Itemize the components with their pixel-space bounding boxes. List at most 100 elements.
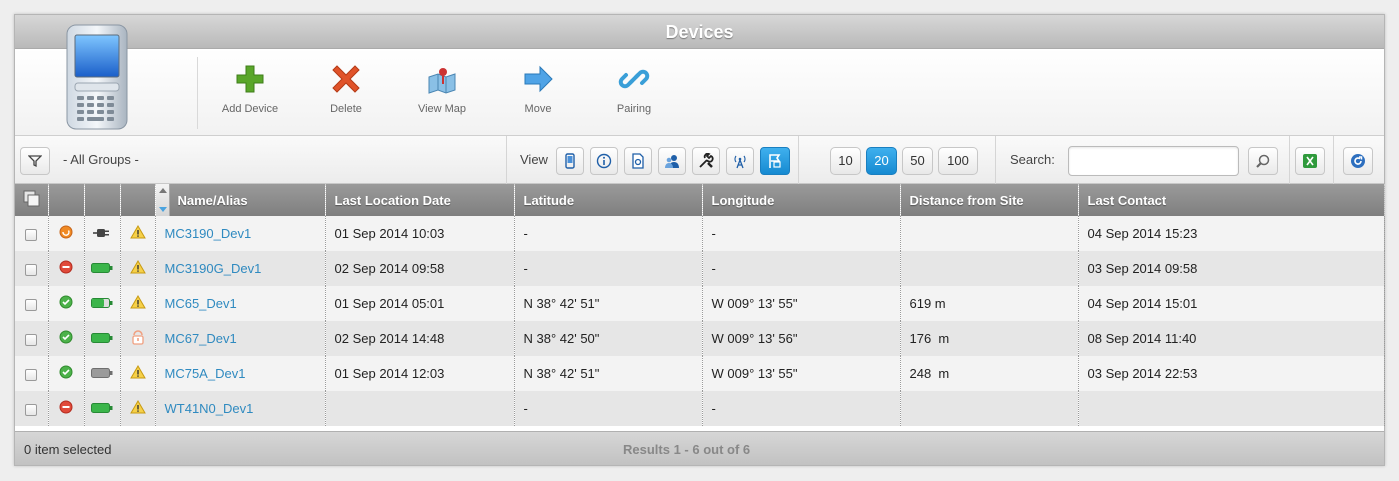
last-contact-cell: 04 Sep 2014 15:23: [1078, 216, 1385, 251]
latitude-cell: -: [514, 251, 703, 286]
page-size-100[interactable]: 100: [938, 147, 978, 175]
view-location-button[interactable]: [760, 147, 790, 175]
distance-cell: 176 m: [900, 321, 1079, 356]
name-cell: WT41N0_Dev1: [155, 391, 326, 426]
pairing-button[interactable]: Pairing: [594, 63, 674, 115]
last-contact-cell: 03 Sep 2014 22:53: [1078, 356, 1385, 391]
move-button[interactable]: Move: [498, 63, 578, 115]
location-date-cell: 02 Sep 2014 14:48: [325, 321, 515, 356]
row-checkbox-cell[interactable]: [15, 356, 49, 391]
longitude-cell: -: [702, 216, 901, 251]
page-size-10[interactable]: 10: [830, 147, 861, 175]
status-stopped-icon: [59, 400, 73, 414]
toolbar: Add Device Delete View Map Move Pairing: [15, 24, 1384, 136]
device-name-link[interactable]: WT41N0_Dev1: [165, 401, 254, 416]
view-signal-button[interactable]: [726, 147, 754, 175]
table-row[interactable]: WT41N0_Dev1 - -: [15, 391, 1385, 426]
column-last-location-date[interactable]: Last Location Date: [325, 184, 515, 216]
sort-icon: [158, 188, 167, 212]
row-checkbox[interactable]: [25, 333, 38, 346]
distance-cell: [900, 391, 1079, 426]
latitude-cell: N 38° 42' 51": [514, 286, 703, 321]
sort-arrows[interactable]: [155, 184, 170, 216]
last-contact-cell: 04 Sep 2014 15:01: [1078, 286, 1385, 321]
column-distance-from-site[interactable]: Distance from Site: [900, 184, 1079, 216]
column-last-contact[interactable]: Last Contact: [1078, 184, 1385, 216]
row-checkbox-cell[interactable]: [15, 216, 49, 251]
status-cell: [48, 391, 85, 426]
table-row[interactable]: MC65_Dev1 01 Sep 2014 05:01 N 38° 42' 51" W…: [15, 286, 1385, 321]
search-label: Search:: [1010, 152, 1055, 167]
warning-triangle-icon: [129, 365, 146, 379]
add-device-button[interactable]: Add Device: [210, 63, 290, 115]
column-latitude[interactable]: Latitude: [514, 184, 703, 216]
page-size-50[interactable]: 50: [902, 147, 933, 175]
export-excel-button[interactable]: [1295, 147, 1325, 175]
status-stopped-icon: [59, 260, 73, 274]
table-row[interactable]: MC67_Dev1 02 Sep 2014 14:48 N 38° 42' 50" W…: [15, 321, 1385, 356]
filter-button[interactable]: [20, 147, 50, 175]
select-all-header[interactable]: [15, 184, 49, 216]
group-selector[interactable]: - All Groups -: [63, 152, 139, 167]
device-name-link[interactable]: MC75A_Dev1: [165, 366, 246, 381]
page-title: Devices: [15, 15, 1384, 49]
device-name-link[interactable]: MC65_Dev1: [165, 296, 237, 311]
view-tools-button[interactable]: [692, 147, 720, 175]
status-ok-icon: [59, 295, 73, 309]
antenna-icon: [734, 155, 746, 169]
search-input[interactable]: [1068, 146, 1239, 176]
longitude-cell: -: [702, 391, 901, 426]
page-size-20[interactable]: 20: [866, 147, 897, 175]
power-cell: [84, 356, 121, 391]
view-users-button[interactable]: [658, 147, 686, 175]
alert-cell: [120, 286, 156, 321]
status-ok-icon: [59, 365, 73, 379]
view-label: View: [520, 152, 548, 167]
table-row[interactable]: MC3190_Dev1 01 Sep 2014 10:03- -04 Sep 201…: [15, 216, 1385, 251]
status-ok-icon: [59, 330, 73, 344]
view-apps-button[interactable]: [624, 147, 652, 175]
power-cell: [84, 391, 121, 426]
refresh-button[interactable]: [1343, 147, 1373, 175]
search-button[interactable]: [1248, 147, 1278, 175]
map-icon: [428, 68, 456, 94]
results-summary: Results 1 - 6 out of 6: [623, 442, 751, 457]
battery-full-icon: [91, 403, 113, 413]
excel-icon: [1303, 154, 1317, 168]
warning-triangle-icon: [129, 400, 146, 414]
row-checkbox-cell[interactable]: [15, 251, 49, 286]
status-footer: 0 item selected Results 1 - 6 out of 6: [15, 431, 1384, 465]
row-checkbox[interactable]: [25, 263, 38, 276]
device-name-link[interactable]: MC3190_Dev1: [165, 226, 252, 241]
row-checkbox-cell[interactable]: [15, 286, 49, 321]
row-checkbox[interactable]: [25, 228, 38, 241]
last-contact-cell: 08 Sep 2014 11:40: [1078, 321, 1385, 356]
row-checkbox-cell[interactable]: [15, 391, 49, 426]
location-date-cell: 01 Sep 2014 05:01: [325, 286, 515, 321]
arrow-right-icon: [524, 65, 553, 93]
view-device-button[interactable]: [556, 147, 584, 175]
selected-count: 0 item selected: [24, 442, 112, 457]
info-icon: [596, 153, 612, 169]
device-name-link[interactable]: MC67_Dev1: [165, 331, 237, 346]
column-name-alias[interactable]: Name/Alias: [155, 184, 326, 216]
column-longitude[interactable]: Longitude: [702, 184, 901, 216]
distance-cell: 619 m: [900, 286, 1079, 321]
status-cell: [48, 321, 85, 356]
row-checkbox-cell[interactable]: [15, 321, 49, 356]
distance-cell: [900, 251, 1079, 286]
delete-label: Delete: [330, 103, 362, 115]
row-checkbox[interactable]: [25, 298, 38, 311]
table-row[interactable]: MC75A_Dev1 01 Sep 2014 12:03 N 38° 42' 51"…: [15, 356, 1385, 391]
document-gear-icon: [632, 153, 644, 169]
view-map-button[interactable]: View Map: [402, 63, 482, 115]
divider: [1289, 136, 1290, 184]
row-checkbox[interactable]: [25, 368, 38, 381]
plug-icon: [93, 229, 109, 237]
table-row[interactable]: MC3190G_Dev1 02 Sep 2014 09:58- -03 Sep 20…: [15, 251, 1385, 286]
row-checkbox[interactable]: [25, 403, 38, 416]
device-name-link[interactable]: MC3190G_Dev1: [165, 261, 262, 276]
delete-button[interactable]: Delete: [306, 63, 386, 115]
view-info-button[interactable]: [590, 147, 618, 175]
distance-cell: [900, 216, 1079, 251]
